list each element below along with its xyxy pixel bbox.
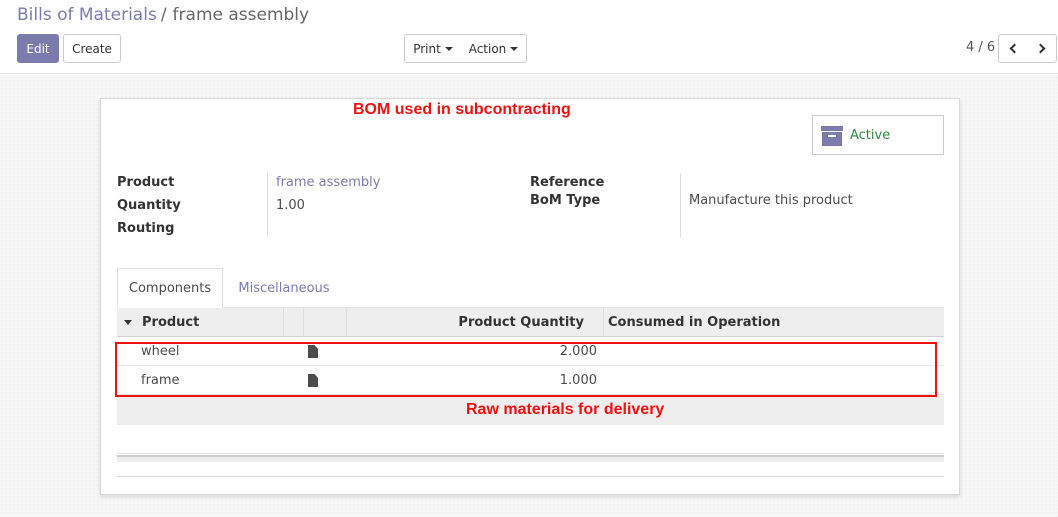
form-sheet: BOM used in subcontracting Active Produc… <box>100 98 960 495</box>
divider <box>117 476 944 477</box>
print-label: Print <box>413 41 441 56</box>
bom-type-value: Manufacture this product <box>689 193 853 208</box>
quantity-value: 1.00 <box>276 198 305 213</box>
column-header-product-quantity[interactable]: Product Quantity <box>346 308 584 337</box>
product-value-link[interactable]: frame assembly <box>276 175 380 190</box>
row-product: wheel <box>141 344 180 359</box>
caret-down-icon <box>510 46 519 51</box>
table-header: Product Product Quantity Consumed in Ope… <box>117 308 944 337</box>
row-quantity: 2.000 <box>559 344 597 359</box>
breadcrumb: Bills of Materials / frame assembly <box>17 5 309 25</box>
reference-label: Reference <box>530 175 605 190</box>
field-divider <box>680 173 681 237</box>
bom-type-label: BoM Type <box>530 193 601 208</box>
product-label: Product <box>117 175 175 190</box>
column-header-product[interactable]: Product <box>142 308 199 337</box>
pager-next-button[interactable] <box>1027 34 1057 63</box>
control-panel: Bills of Materials / frame assembly Edit C… <box>0 0 1058 74</box>
breadcrumb-current: frame assembly <box>172 5 310 25</box>
pager-value[interactable]: 4 / 6 <box>966 40 995 55</box>
field-divider <box>267 173 268 237</box>
column-header-consumed-in-operation[interactable]: Consumed in Operation <box>608 308 780 337</box>
sort-caret-icon[interactable] <box>124 320 132 325</box>
action-label: Action <box>468 41 507 56</box>
tab-miscellaneous[interactable]: Miscellaneous <box>227 268 341 308</box>
pager-previous-button[interactable] <box>998 34 1028 63</box>
action-dropdown[interactable]: Action <box>461 34 527 63</box>
annotation-top: BOM used in subcontracting <box>353 101 571 118</box>
table-row[interactable]: wheel 2.000 <box>117 337 944 366</box>
file-icon[interactable] <box>308 374 318 387</box>
annotation-bottom: Raw materials for delivery <box>466 401 665 418</box>
table-row[interactable]: frame 1.000 <box>117 366 944 395</box>
file-icon[interactable] <box>308 345 318 358</box>
quantity-label: Quantity <box>117 198 181 213</box>
routing-label: Routing <box>117 221 175 236</box>
empty-row <box>117 425 944 454</box>
print-dropdown[interactable]: Print <box>404 34 462 63</box>
row-product: frame <box>141 373 180 388</box>
archive-icon <box>821 126 843 146</box>
table-footer <box>117 455 944 462</box>
breadcrumb-bills-of-materials[interactable]: Bills of Materials <box>17 5 157 25</box>
edit-button[interactable]: Edit <box>17 34 59 63</box>
tab-components[interactable]: Components <box>117 268 223 308</box>
row-quantity: 1.000 <box>559 373 597 388</box>
caret-down-icon <box>444 46 453 51</box>
active-toggle-button[interactable]: Active <box>812 115 944 155</box>
chevron-left-icon <box>1009 43 1020 54</box>
breadcrumb-separator: / <box>160 5 167 25</box>
chevron-right-icon <box>1035 43 1045 54</box>
active-label: Active <box>850 128 891 143</box>
create-button[interactable]: Create <box>63 34 121 63</box>
